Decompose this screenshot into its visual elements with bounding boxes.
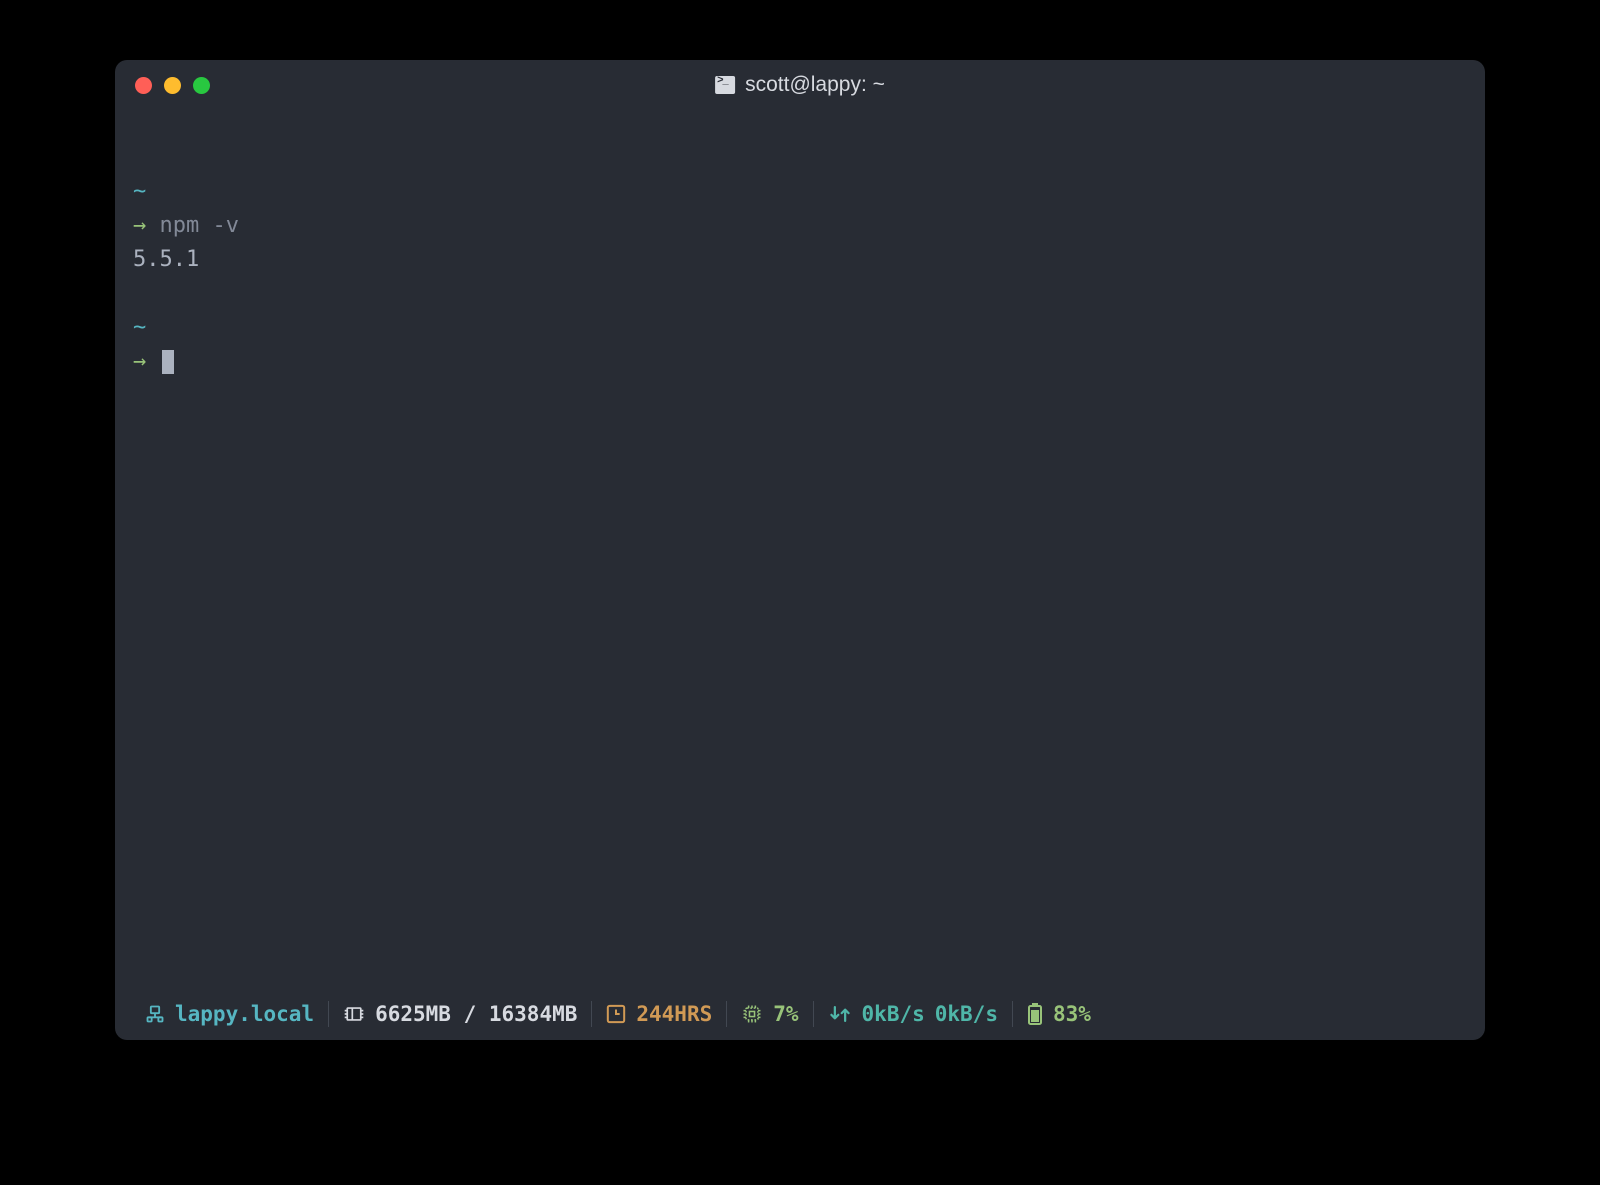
battery-icon [1027, 1003, 1043, 1025]
separator [813, 1001, 814, 1027]
window-title: scott@lappy: ~ [715, 73, 885, 97]
prompt-path: ~ [133, 175, 1467, 209]
battery-text: 83% [1053, 1002, 1091, 1026]
prompt-arrow: → [133, 213, 146, 238]
minimize-button[interactable] [164, 77, 181, 94]
command-text: npm -v [160, 213, 239, 238]
traffic-lights [115, 77, 210, 94]
cwd-tilde: ~ [133, 179, 146, 204]
prompt-line: → [133, 345, 1467, 379]
separator [328, 1001, 329, 1027]
prompt-line: → npm -v [133, 209, 1467, 243]
net-up-text: 0kB/s [935, 1002, 998, 1026]
command-output: 5.5.1 [133, 243, 1467, 277]
terminal-icon [715, 76, 735, 94]
window-title-text: scott@lappy: ~ [745, 73, 885, 97]
cwd-tilde: ~ [133, 315, 146, 340]
cpu-text: 7% [773, 1002, 798, 1026]
statusbar: lappy.local 6625MB / 16384MB [115, 996, 1485, 1040]
terminal-window: scott@lappy: ~ ~ → npm -v 5.5.1 ~ → lapp… [115, 60, 1485, 1040]
uptime-text: 244HRS [636, 1002, 712, 1026]
prompt-path: ~ [133, 311, 1467, 345]
battery-segment: 83% [1013, 1000, 1105, 1028]
terminal-body[interactable]: ~ → npm -v 5.5.1 ~ → [115, 110, 1485, 996]
memory-segment: 6625MB / 16384MB [329, 1000, 591, 1028]
maximize-button[interactable] [193, 77, 210, 94]
memory-icon [343, 1004, 365, 1024]
titlebar[interactable]: scott@lappy: ~ [115, 60, 1485, 110]
cursor [162, 350, 174, 374]
uptime-segment: 244HRS [592, 1000, 726, 1028]
separator [726, 1001, 727, 1027]
cpu-icon [741, 1003, 763, 1025]
network-segment: 0kB/s 0kB/s [814, 1000, 1012, 1028]
separator [591, 1001, 592, 1027]
host-segment: lappy.local [131, 1000, 328, 1028]
prompt-arrow: → [133, 349, 146, 374]
close-button[interactable] [135, 77, 152, 94]
memory-text: 6625MB / 16384MB [375, 1002, 577, 1026]
network-icon [145, 1004, 165, 1024]
clock-icon [606, 1004, 626, 1024]
cpu-segment: 7% [727, 1000, 812, 1028]
net-down-text: 0kB/s [862, 1002, 925, 1026]
separator [1012, 1001, 1013, 1027]
host-text: lappy.local [175, 1002, 314, 1026]
net-transfer-icon [828, 1004, 852, 1024]
